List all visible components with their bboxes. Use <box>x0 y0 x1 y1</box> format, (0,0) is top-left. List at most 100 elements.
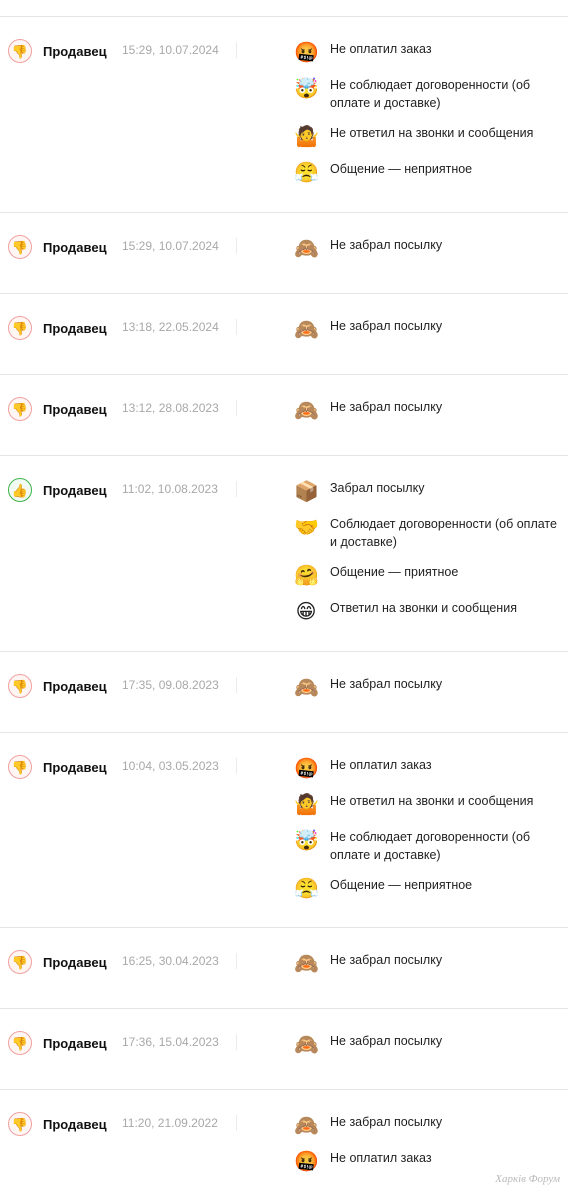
hugging-face-icon: 🤗 <box>294 563 319 587</box>
reviewer-role: Продавец <box>43 43 107 59</box>
shrug-icon: 🤷 <box>294 792 319 816</box>
review-item: 👎 Продавец 15:29, 10.07.2024 🤬 Не оплатил за… <box>0 16 568 212</box>
review-meta: 👎 Продавец 17:36, 15.04.2023 <box>8 1031 237 1055</box>
reviewer-role: Продавец <box>43 1116 107 1132</box>
review-date: 15:29, 10.07.2024 <box>122 239 219 253</box>
review-tag-label: Не забрал посылку <box>330 319 443 333</box>
review-tag-label: Не соблюдает договоренности (об оплате и… <box>330 830 531 862</box>
review-tag-label: Не забрал посылку <box>330 238 443 252</box>
review-tag: 🤬 Не оплатил заказ <box>294 756 564 780</box>
review-tag-label: Не оплатил заказ <box>330 758 432 772</box>
review-tag: 🤗 Общение — приятное <box>294 563 564 587</box>
review-date: 17:36, 15.04.2023 <box>122 1035 219 1049</box>
review-item: 👎 Продавец 11:20, 21.09.2022 🙈 Не забрал пос… <box>0 1089 568 1188</box>
review-meta: 👎 Продавец 13:18, 22.05.2024 <box>8 316 237 340</box>
steam-face-icon: 😤 <box>294 160 319 184</box>
review-tag-label: Общение — неприятное <box>330 162 473 176</box>
column-divider <box>236 953 237 969</box>
reviewer-role: Продавец <box>43 482 107 498</box>
review-tags: 🙈 Не забрал посылку <box>294 236 564 272</box>
review-tag-label: Ответил на звонки и сообщения <box>330 601 517 615</box>
thumbs-down-icon: 👎 <box>8 1112 32 1136</box>
thumbs-up-icon: 👍 <box>8 478 32 502</box>
review-tags: 🙈 Не забрал посылку <box>294 317 564 353</box>
review-tags: 🤬 Не оплатил заказ 🤯 Не соблюдает договорен… <box>294 40 564 196</box>
review-item: 👎 Продавец 16:25, 30.04.2023 🙈 Не забрал пос… <box>0 927 568 1008</box>
review-date: 11:02, 10.08.2023 <box>122 482 218 496</box>
see-no-evil-monkey-icon: 🙈 <box>294 951 319 975</box>
review-tags: 🙈 Не забрал посылку <box>294 1032 564 1068</box>
steam-face-icon: 😤 <box>294 876 319 900</box>
review-tag: 😁 Ответил на звонки и сообщения <box>294 599 564 623</box>
reviewer-role: Продавец <box>43 954 107 970</box>
review-tag-label: Соблюдает договоренности (об оплате и до… <box>330 517 557 549</box>
review-date: 17:35, 09.08.2023 <box>122 678 219 692</box>
review-meta: 👎 Продавец 16:25, 30.04.2023 <box>8 950 237 974</box>
review-tag-label: Не соблюдает договоренности (об оплате и… <box>330 78 531 110</box>
thumbs-down-icon: 👎 <box>8 397 32 421</box>
review-tag-label: Не ответил на звонки и сообщения <box>330 794 534 808</box>
review-tags: 🙈 Не забрал посылку <box>294 398 564 434</box>
review-tag-label: Не забрал посылку <box>330 1034 443 1048</box>
review-item: 👎 Продавец 13:12, 28.08.2023 🙈 Не забрал пос… <box>0 374 568 455</box>
exploding-head-icon: 🤯 <box>294 76 319 100</box>
thumbs-down-icon: 👎 <box>8 950 32 974</box>
review-meta: 👎 Продавец 15:29, 10.07.2024 <box>8 39 237 63</box>
review-tag-label: Общение — приятное <box>330 565 459 579</box>
review-tag: 📦 Забрал посылку <box>294 479 564 503</box>
review-date: 13:12, 28.08.2023 <box>122 401 219 415</box>
column-divider <box>236 42 237 58</box>
review-tags: 📦 Забрал посылку 🤝 Соблюдает договоренности… <box>294 479 564 635</box>
reviewer-role: Продавец <box>43 320 107 336</box>
review-date: 15:29, 10.07.2024 <box>122 43 219 57</box>
review-meta: 👍 Продавец 11:02, 10.08.2023 <box>8 478 237 502</box>
thumbs-down-icon: 👎 <box>8 674 32 698</box>
review-tag-label: Не забрал посылку <box>330 400 443 414</box>
column-divider <box>236 400 237 416</box>
review-meta: 👎 Продавец 11:20, 21.09.2022 <box>8 1112 237 1136</box>
thumbs-down-icon: 👎 <box>8 755 32 779</box>
review-tag: 🙈 Не забрал посылку <box>294 951 564 975</box>
review-tag: 😤 Общение — неприятное <box>294 876 564 900</box>
see-no-evil-monkey-icon: 🙈 <box>294 1032 319 1056</box>
review-tag-label: Не забрал посылку <box>330 677 443 691</box>
review-tag: 😤 Общение — неприятное <box>294 160 564 184</box>
handshake-icon: 🤝 <box>294 515 319 539</box>
see-no-evil-monkey-icon: 🙈 <box>294 398 319 422</box>
grinning-face-icon: 😁 <box>295 599 317 623</box>
review-tag-label: Общение — неприятное <box>330 878 473 892</box>
reviewer-role: Продавец <box>43 678 107 694</box>
review-tags: 🤬 Не оплатил заказ 🤷 Не ответил на звонки и… <box>294 756 564 912</box>
review-tag: 🤝 Соблюдает договоренности (об оплате и д… <box>294 515 564 551</box>
review-tag: 🙈 Не забрал посылку <box>294 398 564 422</box>
review-meta: 👎 Продавец 13:12, 28.08.2023 <box>8 397 237 421</box>
review-tag-label: Не оплатил заказ <box>330 1151 432 1165</box>
column-divider <box>236 677 237 693</box>
review-tags: 🙈 Не забрал посылку <box>294 951 564 987</box>
column-divider <box>236 1115 237 1131</box>
see-no-evil-monkey-icon: 🙈 <box>294 236 319 260</box>
thumbs-down-icon: 👎 <box>8 316 32 340</box>
review-tag: 🙈 Не забрал посылку <box>294 317 564 341</box>
review-meta: 👎 Продавец 15:29, 10.07.2024 <box>8 235 237 259</box>
thumbs-down-icon: 👎 <box>8 39 32 63</box>
shrug-icon: 🤷 <box>294 124 319 148</box>
see-no-evil-monkey-icon: 🙈 <box>294 317 319 341</box>
review-item: 👍 Продавец 11:02, 10.08.2023 📦 Забрал посылк… <box>0 455 568 651</box>
review-tags: 🙈 Не забрал посылку <box>294 675 564 711</box>
review-date: 16:25, 30.04.2023 <box>122 954 219 968</box>
review-tag-label: Не забрал посылку <box>330 1115 443 1129</box>
review-tag-label: Не оплатил заказ <box>330 42 432 56</box>
package-icon: 📦 <box>294 479 319 503</box>
reviewer-role: Продавец <box>43 239 107 255</box>
see-no-evil-monkey-icon: 🙈 <box>294 675 319 699</box>
review-item: 👎 Продавец 13:18, 22.05.2024 🙈 Не забрал пос… <box>0 293 568 374</box>
review-item: 👎 Продавец 10:04, 03.05.2023 🤬 Не оплатил за… <box>0 732 568 927</box>
review-meta: 👎 Продавец 17:35, 09.08.2023 <box>8 674 237 698</box>
review-meta: 👎 Продавец 10:04, 03.05.2023 <box>8 755 237 779</box>
column-divider <box>236 238 237 254</box>
column-divider <box>236 319 237 335</box>
review-item: 👎 Продавец 15:29, 10.07.2024 🙈 Не забрал пос… <box>0 212 568 293</box>
review-tag: 🤷 Не ответил на звонки и сообщения <box>294 124 564 148</box>
review-tag: 🙈 Не забрал посылку <box>294 236 564 260</box>
